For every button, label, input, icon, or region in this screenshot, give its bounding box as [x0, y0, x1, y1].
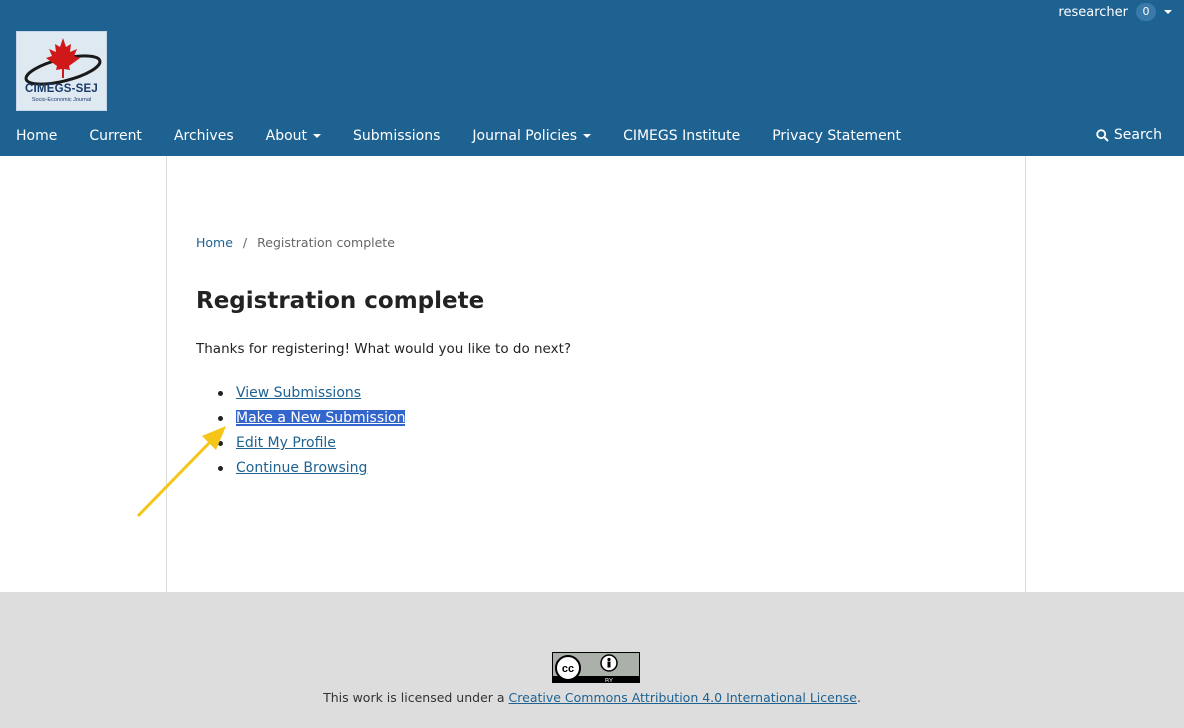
nav-label: About [265, 128, 308, 144]
logo-title: CIMEGS-SEJ [25, 83, 98, 95]
nav-label: Journal Policies [472, 128, 578, 144]
nav-label: Submissions [353, 128, 441, 144]
search-label: Search [1113, 127, 1162, 143]
cc-license-badge[interactable]: cc BY [552, 652, 640, 683]
site-footer: cc BY This work is licensed under a Crea… [0, 592, 1184, 728]
nav-archives[interactable]: Archives [158, 128, 250, 144]
breadcrumb-home[interactable]: Home [196, 235, 233, 250]
breadcrumb-separator: / [242, 235, 248, 250]
site-header: researcher 0 CIMEGS-SEJ Socio-Economic J… [0, 0, 1184, 156]
main-content: Home / Registration complete Registratio… [166, 156, 1026, 592]
license-link[interactable]: Creative Commons Attribution 4.0 Interna… [509, 690, 857, 705]
nav-privacy-statement[interactable]: Privacy Statement [756, 128, 917, 144]
annotation-arrow-icon [136, 426, 226, 518]
make-new-submission-link[interactable]: Make a New Submission [236, 410, 406, 426]
edit-profile-link[interactable]: Edit My Profile [236, 435, 336, 451]
logo-subtitle: Socio-Economic Journal [31, 97, 92, 103]
caret-down-icon [583, 134, 592, 138]
user-nav[interactable]: researcher 0 [1058, 2, 1172, 22]
breadcrumb: Home / Registration complete [196, 235, 395, 250]
nav-current[interactable]: Current [73, 128, 158, 144]
search-icon [1096, 128, 1109, 142]
breadcrumb-current: Registration complete [257, 235, 395, 250]
caret-down-icon [313, 134, 322, 138]
license-statement: This work is licensed under a Creative C… [0, 690, 1184, 705]
nav-label: Archives [173, 128, 234, 144]
user-name[interactable]: researcher [1058, 5, 1128, 20]
view-submissions-link[interactable]: View Submissions [236, 385, 361, 401]
primary-nav: Home Current Archives About Submissions … [0, 120, 917, 152]
license-prefix: This work is licensed under a [323, 690, 509, 705]
license-suffix: . [856, 690, 861, 705]
nav-journal-policies[interactable]: Journal Policies [456, 128, 607, 144]
cc-by-icon: cc BY [553, 653, 639, 684]
nav-label: Home [16, 128, 58, 144]
search-link[interactable]: Search [1096, 127, 1162, 143]
nav-cimegs-institute[interactable]: CIMEGS Institute [607, 128, 756, 144]
nav-about[interactable]: About [250, 128, 337, 144]
nav-label: Current [89, 128, 142, 144]
svg-text:cc: cc [562, 663, 574, 675]
notification-badge[interactable]: 0 [1136, 3, 1156, 21]
cc-badge-text: BY [605, 679, 613, 684]
nav-label: CIMEGS Institute [623, 128, 741, 144]
continue-browsing-link[interactable]: Continue Browsing [236, 460, 367, 476]
intro-text: Thanks for registering! What would you l… [196, 341, 572, 357]
caret-down-icon[interactable] [1164, 10, 1172, 14]
nav-label: Privacy Statement [772, 128, 902, 144]
list-item: View Submissions [196, 384, 405, 409]
journal-logo[interactable]: CIMEGS-SEJ Socio-Economic Journal [16, 31, 107, 111]
page-title: Registration complete [196, 288, 485, 314]
nav-home[interactable]: Home [0, 128, 73, 144]
nav-submissions[interactable]: Submissions [337, 128, 456, 144]
